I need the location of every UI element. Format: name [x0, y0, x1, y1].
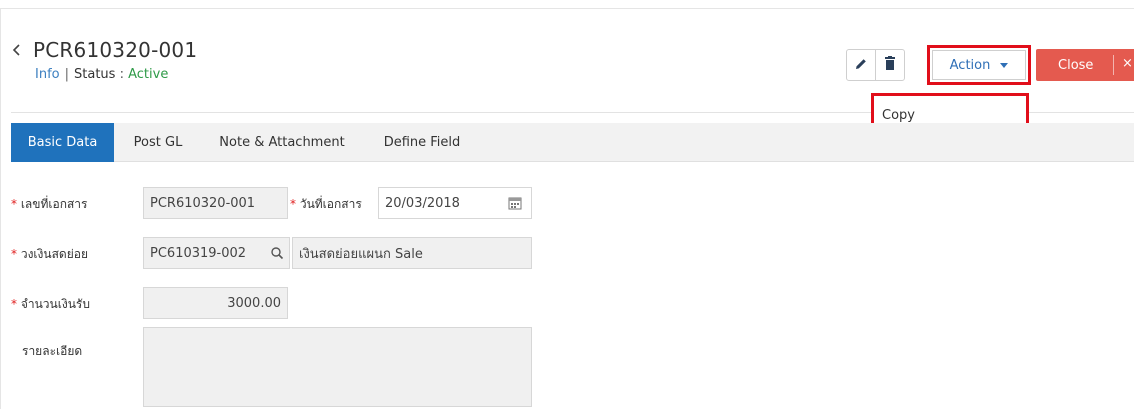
amount-label: * จำนวนเงินรับ — [11, 295, 90, 314]
required-mark: * — [11, 247, 17, 261]
doc-no-field: PCR610320-001 — [143, 187, 288, 219]
tab-basic-data[interactable]: Basic Data — [11, 123, 114, 162]
menu-item-copy[interactable]: Copy — [882, 108, 915, 123]
pencil-icon — [854, 56, 868, 75]
doc-subtitle: Info | Status : Active — [35, 67, 168, 82]
tab-post-gl[interactable]: Post GL — [122, 123, 194, 162]
petty-cash-label: * วงเงินสดย่อย — [11, 245, 88, 264]
status-colon: : — [119, 67, 124, 82]
chevron-left-icon[interactable] — [11, 42, 23, 58]
required-mark: * — [11, 197, 17, 211]
tab-note-attachment[interactable]: Note & Attachment — [207, 123, 357, 162]
edit-button[interactable] — [846, 49, 876, 81]
doc-no-label-text: เลขที่เอกสาร — [20, 197, 88, 211]
trash-icon — [884, 55, 896, 75]
search-icon[interactable] — [270, 246, 284, 264]
doc-date-value: 20/03/2018 — [385, 195, 460, 211]
petty-cash-code-field: PC610319-002 — [143, 237, 290, 269]
top-border — [0, 8, 1134, 9]
doc-date-label: * วันที่เอกสาร — [290, 195, 362, 214]
status-value: Active — [128, 67, 169, 82]
close-button-divider — [1113, 55, 1114, 75]
petty-cash-code: PC610319-002 — [150, 245, 247, 261]
delete-button[interactable] — [875, 49, 905, 81]
action-dropdown-button[interactable]: Action — [932, 50, 1026, 80]
required-mark: * — [11, 297, 17, 311]
calendar-icon[interactable] — [508, 196, 522, 214]
subtitle-separator: | — [64, 67, 69, 82]
page-title: PCR610320-001 — [33, 38, 198, 62]
info-link[interactable]: Info — [35, 67, 60, 82]
caret-down-icon — [1000, 62, 1009, 68]
close-button[interactable]: Close × — [1036, 49, 1134, 81]
petty-cash-name-field: เงินสดย่อยแผนก Sale — [292, 237, 532, 269]
action-button-label: Action — [949, 57, 991, 73]
doc-date-label-text: วันที่เอกสาร — [299, 197, 362, 211]
status-label: Status — [74, 67, 116, 82]
left-border — [0, 8, 1, 409]
tab-define-field[interactable]: Define Field — [369, 123, 475, 162]
remark-textarea — [143, 327, 532, 407]
amount-field: 3000.00 — [143, 287, 288, 319]
amount-label-text: จำนวนเงินรับ — [20, 297, 90, 311]
remark-label: รายละเอียด — [22, 344, 83, 358]
close-button-label: Close — [1058, 57, 1094, 73]
doc-date-field[interactable]: 20/03/2018 — [378, 187, 532, 219]
tab-bar: Basic Data Post GL Note & Attachment Def… — [11, 123, 1134, 162]
doc-no-label: * เลขที่เอกสาร — [11, 195, 87, 214]
close-icon[interactable]: × — [1122, 56, 1133, 71]
petty-cash-label-text: วงเงินสดย่อย — [20, 247, 88, 261]
required-mark: * — [290, 197, 296, 211]
